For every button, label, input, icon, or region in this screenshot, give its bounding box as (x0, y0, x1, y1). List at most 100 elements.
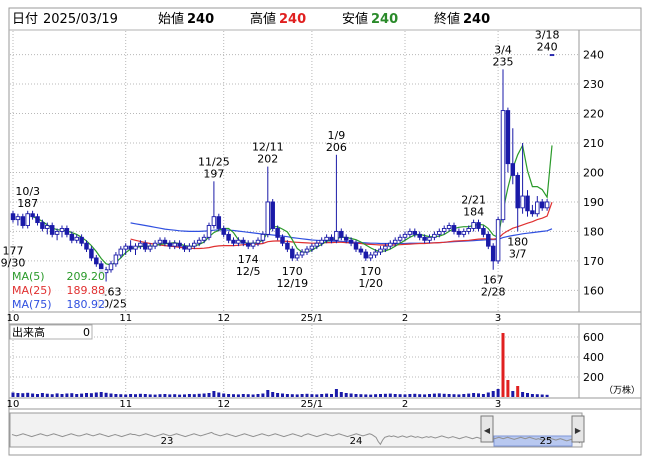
volume-bar (388, 393, 392, 397)
candle-body (397, 236, 403, 241)
candle-body (441, 228, 447, 232)
volume-bar (526, 393, 529, 397)
volume-bar (359, 394, 363, 397)
candle (549, 54, 555, 57)
annotation-text: 1/20 (358, 277, 383, 290)
candle-body (481, 228, 486, 235)
candle-body (275, 228, 280, 238)
candle-body (226, 233, 231, 241)
annotation: 1/9206 (326, 129, 347, 154)
candle-body (138, 242, 143, 247)
volume-bar (310, 394, 314, 397)
volume-bar (285, 394, 289, 397)
candle-body (270, 201, 275, 229)
candle-body (177, 242, 182, 247)
candle-body (363, 251, 369, 259)
candle-body (304, 248, 310, 253)
annotation: 1803/7 (507, 235, 528, 260)
candle-body (20, 216, 26, 226)
volume-axis: 600 400 200 (583, 331, 604, 384)
volume-bar (36, 394, 39, 397)
candle-body (343, 236, 349, 241)
volume-bar (354, 394, 358, 397)
candle-body (451, 225, 457, 232)
candle-body (89, 248, 94, 259)
candle-body (187, 245, 192, 250)
volume-bar (31, 393, 35, 397)
legend-name: MA(25) (12, 284, 52, 297)
volume-bar (530, 394, 534, 397)
high-label: 高値 (250, 11, 276, 27)
month-label: 25/1 (301, 399, 323, 410)
volume-bar (70, 393, 74, 397)
volume-bar (251, 394, 255, 397)
low-label: 安値 (342, 11, 368, 27)
volume-bar (65, 393, 69, 397)
candle-body (128, 245, 133, 250)
volume-bar (501, 333, 505, 397)
volume-bar (271, 392, 275, 397)
candle (25, 210, 30, 229)
annotation-text: 184 (463, 206, 484, 219)
close-label: 終値 (434, 11, 460, 27)
month-label: 11 (119, 313, 132, 324)
volume-bar (143, 394, 147, 397)
candle-body (495, 219, 501, 262)
candle-body (348, 239, 354, 244)
month-label: 12 (217, 313, 230, 324)
month-label: 2 (402, 313, 408, 324)
candle-body (525, 195, 530, 212)
volume-bar (344, 393, 348, 397)
candle-body (280, 236, 285, 244)
scroll-left-handle[interactable]: ◀ (480, 415, 494, 443)
candle-body (285, 242, 290, 250)
volume-bar (393, 394, 397, 397)
candle-body (59, 228, 65, 232)
annotation-text: 187 (17, 197, 38, 210)
volume-bar (80, 393, 84, 397)
candle-body (35, 216, 40, 224)
candle-body (530, 210, 535, 215)
legend-value: 180.92 (67, 298, 106, 311)
candle-body (94, 257, 99, 265)
annotation-text: 202 (257, 153, 278, 166)
date-label: 日付 (12, 12, 38, 27)
volume-current: 0 (83, 326, 90, 339)
volume-bar (300, 394, 304, 397)
open-label: 始値 (158, 11, 184, 27)
volume-bar (168, 394, 172, 397)
volume-bar (423, 394, 427, 397)
annotation-text: 235 (493, 55, 514, 68)
candle-body (373, 251, 378, 256)
volume-bar (197, 393, 201, 397)
annotation: 1779/30 (1, 244, 26, 269)
volume-bar (305, 393, 309, 397)
scroll-right-handle[interactable]: ▶ (571, 415, 585, 443)
candle-body (15, 216, 21, 221)
candle-body (535, 201, 540, 215)
overview-scrollbar[interactable]: 23 24 25 ◀ ▶ (9, 412, 585, 448)
candle-body (290, 248, 295, 259)
scroll-left-icon: ◀ (484, 426, 491, 435)
candle-body (515, 174, 520, 209)
volume-tick-label: 600 (583, 331, 604, 344)
annotation: 1672/28 (481, 274, 506, 299)
volume-bar (187, 394, 191, 397)
volume-bar (183, 394, 186, 397)
candle (206, 222, 212, 241)
candle-body (520, 195, 525, 209)
volume-bar (173, 394, 177, 397)
volume-bar (457, 394, 461, 397)
volume-bar (339, 392, 343, 397)
volume-bar (94, 392, 98, 397)
volume-bar (432, 393, 436, 397)
candle-body (471, 222, 476, 229)
volume-bar (521, 392, 525, 397)
volume-bar (506, 380, 510, 397)
candle-body (490, 245, 496, 262)
candle-body (486, 233, 491, 247)
open-value: 240 (187, 12, 214, 27)
candle-body (133, 245, 138, 250)
candle-body (45, 225, 50, 229)
volume-unit: （万株） (604, 384, 640, 396)
